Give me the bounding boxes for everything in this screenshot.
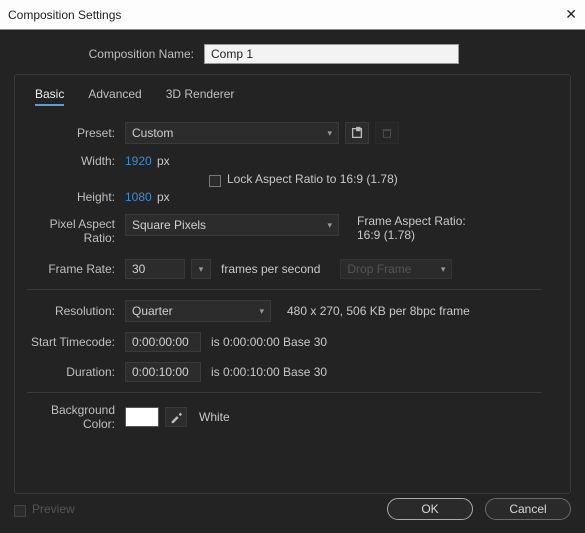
height-value[interactable]: 1080: [125, 190, 157, 204]
window-title: Composition Settings: [8, 8, 121, 22]
dropframe-value: Drop Frame: [347, 262, 411, 276]
bg-label: Background Color:: [27, 403, 125, 431]
lock-aspect-label: Lock Aspect Ratio to 16:9 (1.78): [227, 172, 398, 186]
tab-advanced[interactable]: Advanced: [88, 87, 141, 106]
resolution-info: 480 x 270, 506 KB per 8bpc frame: [287, 304, 470, 318]
framerate-stepper[interactable]: ▾: [191, 259, 211, 279]
resolution-label: Resolution:: [27, 304, 125, 318]
save-preset-button[interactable]: [345, 122, 369, 144]
eyedropper-icon: [169, 410, 183, 424]
start-tc-input[interactable]: 0:00:00:00: [125, 332, 201, 352]
lock-aspect-checkbox[interactable]: [209, 175, 221, 187]
framerate-input[interactable]: 30: [125, 259, 185, 279]
chevron-down-icon: ▾: [199, 264, 204, 275]
duration-label: Duration:: [27, 365, 125, 379]
bg-color-name: White: [199, 410, 230, 424]
chevron-down-icon: ▾: [327, 128, 332, 139]
par-value: Square Pixels: [132, 218, 206, 232]
dropframe-dropdown: Drop Frame ▾: [340, 259, 452, 279]
duration-input[interactable]: 0:00:10:00: [125, 362, 201, 382]
divider: [27, 289, 542, 290]
comp-name-input[interactable]: [204, 44, 459, 64]
preset-dropdown[interactable]: Custom ▾: [125, 122, 339, 144]
save-preset-icon: [350, 126, 364, 140]
eyedropper-button[interactable]: [165, 407, 187, 427]
framerate-unit: frames per second: [221, 262, 320, 276]
delete-preset-button: [375, 122, 399, 144]
width-value[interactable]: 1920: [125, 154, 157, 168]
chevron-down-icon: ▾: [327, 220, 332, 231]
preview-checkbox: [14, 505, 26, 517]
tab-basic[interactable]: Basic: [35, 87, 64, 106]
start-tc-info: is 0:00:00:00 Base 30: [211, 335, 327, 349]
duration-info: is 0:00:10:00 Base 30: [211, 365, 327, 379]
width-unit: px: [157, 154, 170, 168]
tabs: Basic Advanced 3D Renderer: [27, 83, 558, 116]
start-tc-label: Start Timecode:: [27, 335, 125, 349]
chevron-down-icon: ▾: [259, 306, 264, 317]
titlebar: Composition Settings ✕: [0, 0, 585, 30]
dialog-content: Composition Name: Basic Advanced 3D Rend…: [0, 30, 585, 533]
par-dropdown[interactable]: Square Pixels ▾: [125, 214, 339, 236]
preset-label: Preset:: [27, 126, 125, 140]
divider: [27, 392, 542, 393]
close-icon[interactable]: ✕: [565, 6, 577, 23]
width-label: Width:: [27, 154, 125, 168]
comp-name-label: Composition Name:: [14, 47, 204, 61]
frame-aspect-label: Frame Aspect Ratio:: [357, 214, 466, 228]
frame-aspect-value: 16:9 (1.78): [357, 228, 466, 242]
bg-color-swatch[interactable]: [125, 407, 159, 427]
cancel-button[interactable]: Cancel: [485, 498, 571, 520]
tab-3d-renderer[interactable]: 3D Renderer: [166, 87, 235, 106]
dialog-footer: Preview OK Cancel: [0, 485, 585, 533]
resolution-value: Quarter: [132, 304, 173, 318]
preview-label: Preview: [32, 502, 75, 516]
chevron-down-icon: ▾: [441, 264, 446, 275]
trash-icon: [380, 126, 394, 140]
ok-button[interactable]: OK: [387, 498, 473, 520]
preset-value: Custom: [132, 126, 173, 140]
framerate-label: Frame Rate:: [27, 262, 125, 276]
par-label: Pixel Aspect Ratio:: [27, 214, 125, 245]
resolution-dropdown[interactable]: Quarter ▾: [125, 300, 271, 322]
height-unit: px: [157, 190, 170, 204]
height-label: Height:: [27, 190, 125, 204]
settings-panel: Basic Advanced 3D Renderer Preset: Custo…: [14, 74, 571, 494]
